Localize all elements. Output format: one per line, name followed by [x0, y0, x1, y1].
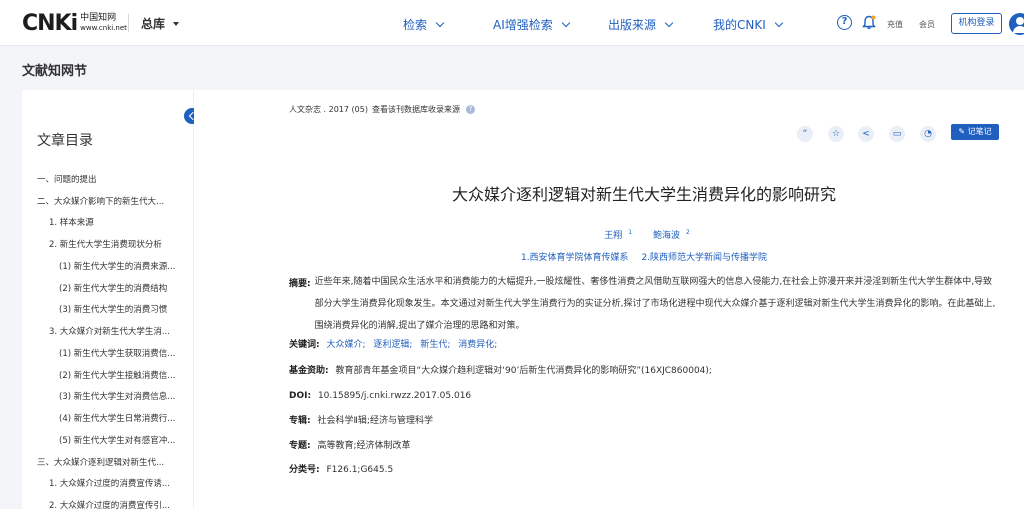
keywords: 关键词: 大众媒介; 逐利逻辑; 新生代; 消费异化;: [289, 337, 502, 353]
toc-item[interactable]: (2) 新生代大学生的消费结构: [59, 282, 167, 294]
keyword-link[interactable]: 逐利逻辑;: [373, 340, 412, 350]
classification-value: F126.1;G645.5: [326, 465, 394, 475]
chevron-down-icon: [774, 18, 784, 27]
author-link[interactable]: 鲍海波 2: [647, 229, 690, 241]
take-note-button[interactable]: ✎ 记笔记: [951, 124, 999, 140]
top-header: CNKi 中国知网 www.cnki.net 总库 检索 AI增强检索 出版来源…: [0, 0, 1024, 46]
notification-bell-icon[interactable]: [862, 15, 876, 30]
fund-label: 基金资助:: [289, 366, 329, 376]
toc-item[interactable]: 三、大众媒介逐利逻辑对新生代...: [37, 456, 164, 468]
author-link[interactable]: 王翔 1: [598, 229, 632, 241]
toc-title: 文章目录: [37, 133, 93, 149]
keyword-link[interactable]: 大众媒介;: [326, 340, 365, 350]
toc-item[interactable]: 1. 样本来源: [49, 216, 94, 228]
toc-item[interactable]: (3) 新生代大学生的消费习惯: [59, 303, 167, 315]
affiliation-link[interactable]: 1.西安体育学院体育传媒系: [521, 253, 629, 263]
nav-my-cnki[interactable]: 我的CNKI: [713, 16, 784, 33]
author-list: 王翔 1 鲍海波 2: [289, 228, 999, 241]
topic-label: 专题:: [289, 441, 311, 451]
fund-info: 基金资助: 教育部青年基金项目“大众媒介趋利逻辑对‘90’后新生代消费异化的影响…: [289, 363, 712, 379]
journal-source[interactable]: 人文杂志 . 2017 (05): [289, 104, 368, 115]
database-selector[interactable]: 总库: [141, 15, 180, 32]
toc-item[interactable]: (2) 新生代大学生接触消费信...: [59, 369, 175, 381]
nav-search[interactable]: 检索: [403, 16, 445, 33]
header-separator: [128, 14, 129, 32]
doi-value: 10.15895/j.cnki.rwzz.2017.05.016: [317, 391, 472, 401]
print-icon[interactable]: ▭: [889, 126, 905, 142]
share-icon[interactable]: <: [858, 126, 874, 142]
nav-ai-search[interactable]: AI增强检索: [493, 16, 570, 33]
help-icon[interactable]: ?: [837, 15, 852, 30]
affiliation-link[interactable]: 2.陕西师范大学新闻与传播学院: [641, 253, 767, 263]
classification-info: 分类号: F126.1;G645.5: [289, 462, 393, 478]
chevron-down-icon: [561, 18, 570, 27]
toc-item[interactable]: 一、问题的提出: [37, 173, 97, 185]
institution-login-button[interactable]: 机构登录: [951, 13, 1002, 34]
abstract-text: 近些年来,随着中国民众生活水平和消费能力的大幅提升,一股炫耀性、奢侈性消费之风借…: [314, 277, 996, 331]
affiliation-list: 1.西安体育学院体育传媒系 2.陕西师范大学新闻与传播学院: [289, 250, 999, 263]
toc-item[interactable]: 二、大众媒介影响下的新生代大...: [37, 195, 164, 207]
keyword-link[interactable]: 新生代;: [420, 340, 450, 350]
page-title: 文献知网节: [22, 64, 88, 79]
logo-url: www.cnki.net: [80, 24, 127, 32]
toc-item[interactable]: (3) 新生代大学生对消费信息...: [59, 390, 175, 402]
source-line: 人文杂志 . 2017 (05) 查看该刊数据库收录来源 ?: [289, 104, 475, 115]
doi-label: DOI:: [289, 391, 312, 401]
toc-item[interactable]: (1) 新生代大学生获取消费信...: [59, 347, 175, 359]
toc-item[interactable]: 3. 大众媒介对新生代大学生消...: [49, 325, 170, 337]
keywords-label: 关键词:: [289, 340, 320, 350]
topic-value: 高等教育;经济体制改革: [317, 441, 411, 451]
topic-info: 专题: 高等教育;经济体制改革: [289, 438, 411, 454]
help-icon[interactable]: ?: [465, 105, 475, 114]
chevron-down-icon: [664, 18, 674, 27]
article-title: 大众媒介逐利逻辑对新生代大学生消费异化的影响研究: [451, 185, 836, 204]
abstract-label: 摘要:: [289, 279, 311, 289]
nav-publication-source[interactable]: 出版来源: [608, 16, 674, 33]
toc-item[interactable]: (1) 新生代大学生的消费来源...: [59, 260, 175, 272]
logo-chinese-name: 中国知网: [80, 13, 117, 23]
toc-item[interactable]: (4) 新生代大学生日常消费行...: [59, 412, 175, 424]
fund-text[interactable]: 教育部青年基金项目“大众媒介趋利逻辑对‘90’后新生代消费异化的影响研究”(16…: [335, 366, 711, 376]
quote-icon[interactable]: “: [797, 126, 813, 142]
classification-label: 分类号:: [289, 465, 320, 475]
doi-info: DOI: 10.15895/j.cnki.rwzz.2017.05.016: [289, 388, 471, 404]
abstract: 摘要: 近些年来,随着中国民众生活水平和消费能力的大幅提升,一股炫耀性、奢侈性消…: [289, 276, 1001, 337]
series-label: 专辑:: [289, 416, 311, 426]
series-info: 专辑: 社会科学Ⅱ辑;经济与管理科学: [289, 413, 433, 429]
chevron-down-icon: [435, 18, 445, 27]
alert-bell-icon[interactable]: ◔: [920, 126, 936, 142]
toc-item[interactable]: 2. 新生代大学生消费现状分析: [49, 238, 162, 250]
toc-item[interactable]: 2. 大众媒介过度的消费宣传引...: [49, 499, 170, 509]
logo-mark: CNKi: [22, 10, 78, 36]
database-selector-label: 总库: [141, 17, 166, 31]
source-db-link[interactable]: 查看该刊数据库收录来源: [372, 104, 460, 115]
favorite-star-icon[interactable]: ☆: [828, 126, 844, 142]
cnki-logo[interactable]: CNKi 中国知网 www.cnki.net: [22, 10, 127, 36]
recharge-link[interactable]: 充值: [887, 19, 903, 30]
keyword-link[interactable]: 消费异化;: [458, 340, 497, 350]
series-value: 社会科学Ⅱ辑;经济与管理科学: [317, 416, 433, 426]
table-of-contents: 文章目录 一、问题的提出 二、大众媒介影响下的新生代大... 1. 样本来源 2…: [22, 90, 193, 509]
toc-item[interactable]: (5) 新生代大学生对有感官冲...: [59, 434, 175, 446]
member-link[interactable]: 会员: [919, 19, 935, 30]
caret-down-icon: [173, 21, 180, 26]
toc-item[interactable]: 1. 大众媒介过度的消费宣传诱...: [49, 477, 170, 489]
user-avatar-icon[interactable]: [1009, 13, 1024, 35]
